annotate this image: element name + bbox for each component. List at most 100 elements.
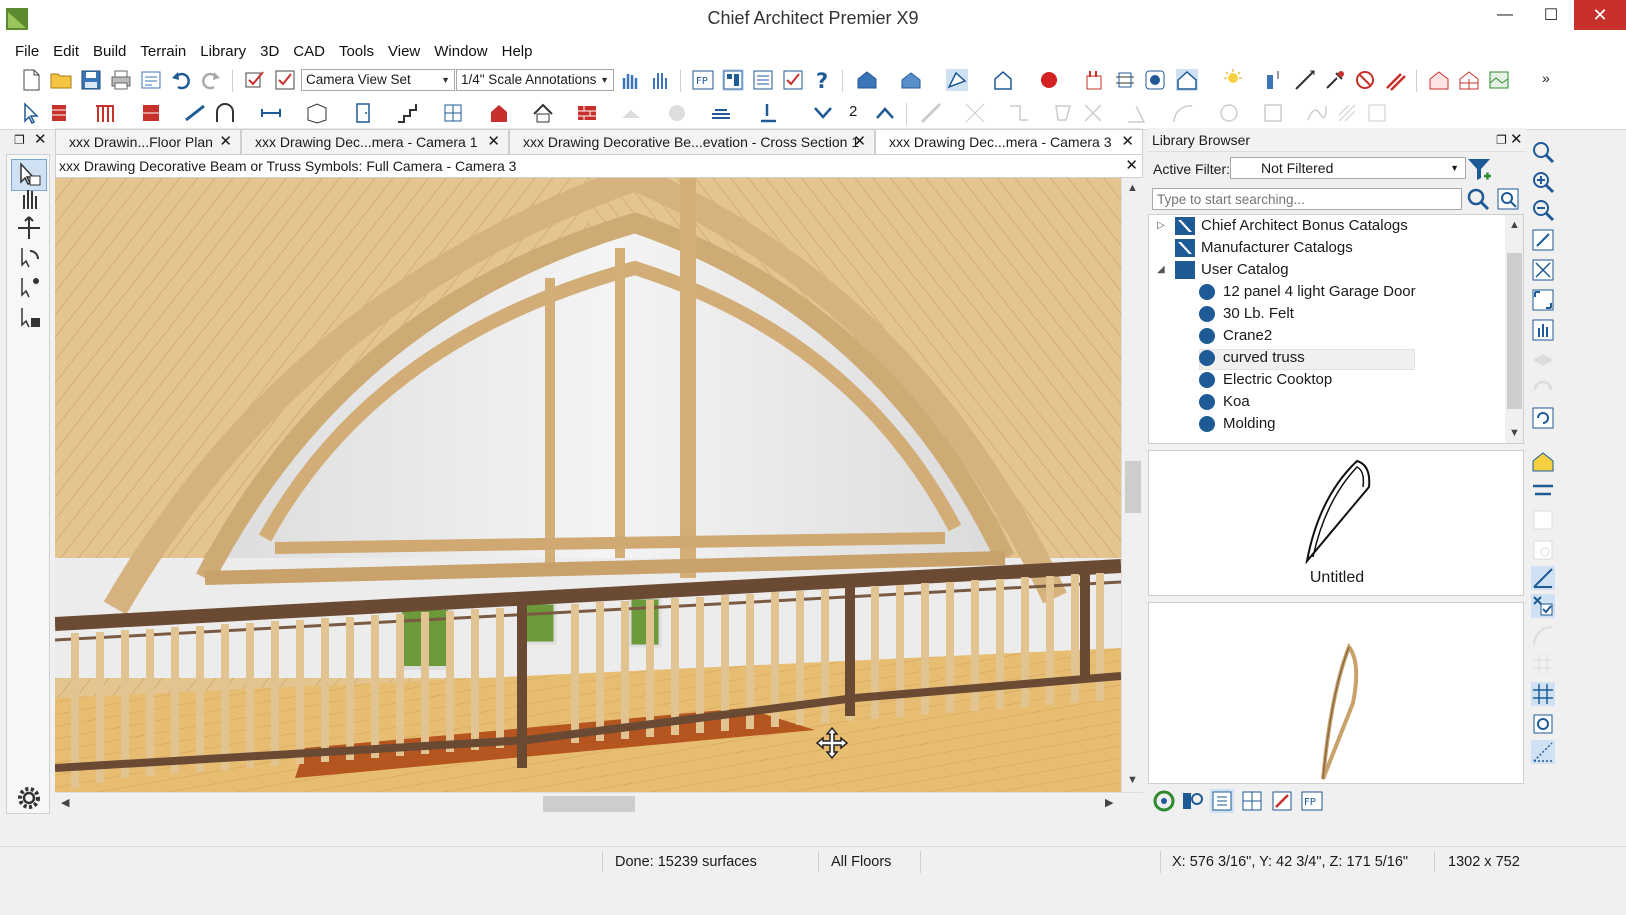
toolbar-overflow-icon[interactable]: » — [1542, 70, 1550, 86]
open-folder-icon[interactable] — [50, 69, 72, 91]
library-refresh-icon[interactable] — [1152, 789, 1176, 813]
material-painter-icon[interactable] — [1384, 69, 1406, 91]
collapse-arrow-icon[interactable]: ◢ — [1157, 259, 1165, 281]
print-icon[interactable] — [110, 69, 132, 91]
grid-snap-icon[interactable] — [1531, 682, 1555, 706]
zoom-in-icon[interactable] — [1531, 170, 1555, 194]
snap-angle-icon[interactable] — [1531, 566, 1555, 590]
scroll-down-icon[interactable]: ▼ — [1127, 774, 1138, 786]
light-bulb-icon[interactable] — [1222, 69, 1244, 91]
menu-file[interactable]: File — [8, 43, 46, 60]
menu-build[interactable]: Build — [86, 43, 133, 60]
view-horizontal-scrollbar[interactable]: ◀ ▶ — [55, 792, 1143, 814]
no-paint-icon[interactable] — [1354, 69, 1376, 91]
view-vertical-scrollbar[interactable]: ▲ ▼ — [1121, 178, 1143, 792]
cross-section-icon[interactable] — [1114, 69, 1136, 91]
camera-select-icon[interactable] — [16, 161, 42, 187]
menu-edit[interactable]: Edit — [46, 43, 86, 60]
settings-gear-icon[interactable] — [16, 785, 42, 811]
close-window-button[interactable]: ✕ — [1574, 0, 1626, 30]
scroll-thumb[interactable] — [543, 796, 635, 812]
measure-icon[interactable] — [1264, 69, 1286, 91]
layout-view-icon[interactable] — [722, 69, 744, 91]
fixture-tool-icon[interactable] — [488, 102, 510, 124]
delete-surface-icon[interactable] — [1084, 69, 1106, 91]
scroll-up-icon[interactable]: ▲ — [1127, 182, 1138, 194]
zoom-icon[interactable] — [1531, 140, 1555, 164]
active-filter-select[interactable]: Not Filtered ▼ — [1230, 157, 1466, 179]
library-object-view-icon[interactable] — [1531, 450, 1555, 474]
layer-display-icon[interactable] — [244, 69, 266, 91]
print-preview-icon[interactable] — [140, 69, 162, 91]
minimize-button[interactable]: — — [1482, 0, 1528, 30]
rotate-select-icon[interactable] — [16, 245, 42, 271]
advanced-search-icon[interactable] — [1496, 187, 1520, 211]
glass-house-icon[interactable] — [1458, 69, 1480, 91]
watercolor-icon[interactable] — [1488, 69, 1510, 91]
render-icon[interactable] — [1144, 69, 1166, 91]
close-view-icon[interactable]: ✕ — [1125, 155, 1138, 177]
scroll-thumb[interactable] — [1125, 461, 1141, 513]
door-tool-icon[interactable] — [352, 102, 374, 124]
beam-tool-icon[interactable] — [184, 102, 206, 124]
tab-cross-section-1[interactable]: xxx Drawing Decorative Be...evation - Cr… — [509, 129, 875, 155]
menu-view[interactable]: View — [381, 43, 427, 60]
scroll-right-icon[interactable]: ▶ — [1105, 796, 1113, 809]
tab-camera-3[interactable]: xxx Drawing Dec...mera - Camera 3 ✕ — [875, 129, 1143, 155]
library-search-input[interactable] — [1152, 188, 1462, 210]
checklist-icon[interactable] — [782, 69, 804, 91]
expand-arrow-icon[interactable]: ▷ — [1157, 215, 1165, 237]
dimension-icon[interactable] — [1294, 69, 1316, 91]
menu-terrain[interactable]: Terrain — [133, 43, 193, 60]
wall-tool-icon[interactable] — [50, 102, 72, 124]
object-snap-icon[interactable] — [1531, 594, 1555, 618]
zoom-out-icon[interactable] — [1531, 198, 1555, 222]
3d-house-icon[interactable] — [856, 69, 878, 91]
scroll-up-icon[interactable]: ▲ — [1509, 219, 1520, 231]
annotation-set-select[interactable]: 1/4" Scale Annotations ▼ — [456, 69, 614, 91]
edit-point-icon[interactable] — [16, 275, 42, 301]
library-tools-icon[interactable] — [1180, 789, 1204, 813]
arc-tool-icon[interactable] — [214, 102, 236, 124]
dimension-line-icon[interactable] — [260, 102, 282, 124]
select-arrow-icon[interactable] — [20, 102, 42, 124]
menu-3d[interactable]: 3D — [253, 43, 286, 60]
eyedropper-icon[interactable] — [1324, 69, 1346, 91]
undo-icon[interactable] — [170, 69, 192, 91]
redo-icon[interactable] — [200, 69, 222, 91]
menu-tools[interactable]: Tools — [332, 43, 381, 60]
cabinet-tool-icon[interactable] — [140, 102, 162, 124]
layer-check-icon[interactable] — [274, 69, 296, 91]
3d-overview-icon[interactable] — [900, 69, 922, 91]
3d-camera-view[interactable] — [55, 178, 1121, 792]
house-render-icon[interactable] — [1176, 69, 1198, 91]
tree-scrollbar[interactable]: ▲ ▼ — [1505, 215, 1523, 443]
close-panel-icon[interactable]: ✕ — [1510, 128, 1523, 152]
camera-tool-icon[interactable] — [946, 69, 968, 91]
undo-zoom-icon[interactable] — [1531, 228, 1555, 252]
new-file-icon[interactable] — [20, 69, 42, 91]
swap-icon[interactable] — [1531, 480, 1555, 504]
floor-tool-icon[interactable] — [710, 102, 732, 124]
library-plan-icon[interactable]: FP — [1300, 789, 1324, 813]
help-hand-icon[interactable] — [618, 69, 640, 91]
window-tool-icon[interactable] — [442, 102, 464, 124]
move-arrows-icon[interactable] — [16, 215, 42, 241]
hand-pan-icon[interactable] — [16, 185, 42, 211]
library-view-list-icon[interactable] — [1210, 789, 1234, 813]
maximize-button[interactable]: ☐ — [1528, 0, 1574, 30]
layer-set-select[interactable]: Camera View Set ▼ — [301, 69, 455, 91]
scroll-down-icon[interactable]: ▼ — [1509, 427, 1520, 439]
menu-library[interactable]: Library — [193, 43, 253, 60]
brick-tool-icon[interactable] — [576, 102, 598, 124]
close-panel-icon[interactable]: ✕ — [34, 130, 47, 148]
help-question-icon[interactable]: ? — [812, 69, 834, 91]
tab-camera-1[interactable]: xxx Drawing Dec...mera - Camera 1 ✕ — [241, 129, 509, 155]
roof-tool-icon[interactable] — [532, 102, 554, 124]
plan-view-icon[interactable]: FP — [692, 69, 714, 91]
pan-hand-icon[interactable] — [648, 69, 670, 91]
stairs-tool-icon[interactable] — [396, 102, 418, 124]
library-view-grid-icon[interactable] — [1240, 789, 1264, 813]
search-icon[interactable] — [1466, 187, 1490, 211]
materials-list-icon[interactable] — [752, 69, 774, 91]
